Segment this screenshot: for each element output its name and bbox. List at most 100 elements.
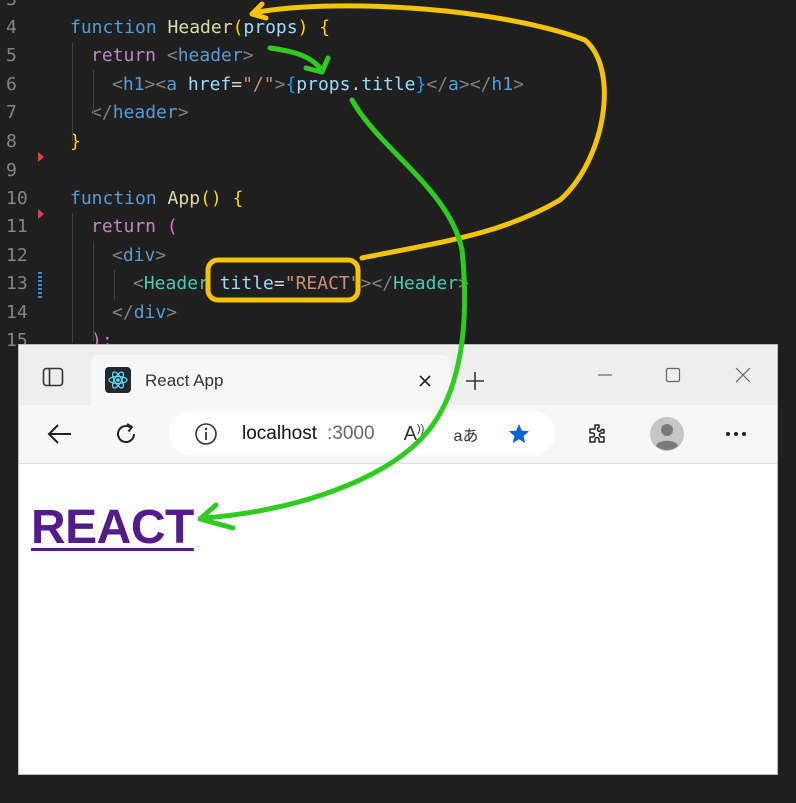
code-token: Header xyxy=(167,17,233,38)
more-menu-icon[interactable] xyxy=(721,419,751,449)
code-token: title xyxy=(208,273,274,294)
code-token: } xyxy=(415,74,427,95)
code-token: header xyxy=(112,102,178,123)
code-token: > xyxy=(458,273,469,294)
close-window-icon[interactable] xyxy=(729,361,757,389)
code-token: < xyxy=(112,245,123,266)
page-content: REACT xyxy=(19,464,777,774)
code-token: > xyxy=(242,45,254,66)
code-token: > xyxy=(177,102,189,123)
tab-title: React App xyxy=(145,371,224,390)
code-token: function xyxy=(70,17,168,38)
url-host: localhost xyxy=(242,423,317,444)
code-token: h1 xyxy=(491,74,514,95)
code-token: return xyxy=(91,45,167,66)
code-token: { xyxy=(285,74,297,95)
read-aloud-icon[interactable]: A)) xyxy=(399,421,429,447)
code-token: </ xyxy=(426,74,449,95)
refresh-icon[interactable] xyxy=(111,419,141,449)
code-text: </header> xyxy=(91,99,189,127)
minimize-icon[interactable] xyxy=(591,361,619,389)
code-token: h1 xyxy=(122,74,145,95)
code-text: return <header> xyxy=(91,42,254,70)
code-token: ) xyxy=(297,17,320,38)
code-text: <div> xyxy=(112,242,166,270)
code-token: Header xyxy=(393,273,459,294)
tab-react-app[interactable]: React App xyxy=(91,355,451,405)
code-token: href xyxy=(177,74,232,95)
code-token: ( xyxy=(166,216,178,237)
code-token: props xyxy=(296,74,351,95)
code-token: title xyxy=(361,74,416,95)
code-token: > xyxy=(166,302,178,323)
close-tab-icon[interactable] xyxy=(413,369,437,393)
code-token: a xyxy=(166,74,178,95)
favorite-star-icon[interactable] xyxy=(505,421,533,447)
indent-guide xyxy=(93,70,94,114)
profile-avatar-icon[interactable] xyxy=(649,416,685,452)
navigation-toolbar: localhost :3000 A)) aあ xyxy=(19,405,777,464)
code-token: </ xyxy=(112,302,134,323)
line-number: 4 xyxy=(6,17,17,38)
code-token: return xyxy=(91,216,167,237)
code-token: < xyxy=(112,74,123,95)
maximize-icon[interactable] xyxy=(659,361,687,389)
new-tab-icon[interactable] xyxy=(461,367,489,395)
code-text: return ( xyxy=(91,213,178,241)
line-number: 12 xyxy=(6,245,28,266)
code-token: < xyxy=(133,273,144,294)
breakpoint-marker[interactable] xyxy=(38,209,44,219)
translate-label: aあ xyxy=(453,428,479,445)
line-number: 8 xyxy=(6,131,17,152)
code-token: ( xyxy=(232,17,244,38)
code-token: ></ xyxy=(458,74,492,95)
modified-line-indicator xyxy=(38,272,42,298)
code-token: App xyxy=(167,188,201,209)
code-token: Header xyxy=(143,273,209,294)
code-token: function xyxy=(70,188,168,209)
code-token: >< xyxy=(144,74,167,95)
line-number: 11 xyxy=(6,216,28,237)
line-number: 13 xyxy=(6,273,28,294)
indent-guide xyxy=(72,213,73,343)
site-info-icon[interactable] xyxy=(193,421,219,447)
code-text: <Header title="REACT"></Header> xyxy=(133,270,469,298)
code-token: > xyxy=(513,74,524,95)
url-port: :3000 xyxy=(327,423,375,444)
browser-window: React App localhost :3000 A)) aあ REACT xyxy=(18,344,778,775)
sidebar-toggle-icon[interactable] xyxy=(39,365,67,389)
breakpoint-marker[interactable] xyxy=(38,152,44,162)
code-token: header xyxy=(177,45,243,66)
code-token: a xyxy=(448,74,459,95)
code-token: = xyxy=(231,74,243,95)
line-number: 10 xyxy=(6,188,28,209)
react-logo-icon xyxy=(105,367,131,393)
indent-guide xyxy=(72,42,73,142)
line-number: 6 xyxy=(6,74,17,95)
code-token: </ xyxy=(91,102,113,123)
back-icon[interactable] xyxy=(45,419,75,449)
code-token: . xyxy=(350,74,362,95)
code-token: props xyxy=(243,17,298,38)
line-number: 5 xyxy=(6,45,17,66)
code-token: ></ xyxy=(360,273,394,294)
react-heading-link[interactable]: REACT xyxy=(31,500,194,555)
code-token: { xyxy=(232,188,244,209)
extensions-icon[interactable] xyxy=(583,419,613,449)
code-token: "REACT" xyxy=(284,273,361,294)
line-number: 7 xyxy=(6,102,17,123)
code-token: > xyxy=(274,74,286,95)
code-token: () xyxy=(200,188,233,209)
tab-bar: React App xyxy=(19,345,777,405)
indent-guide xyxy=(114,270,115,300)
code-token: div xyxy=(122,245,156,266)
code-text: function Header(props) { xyxy=(70,14,330,42)
translate-icon[interactable]: aあ xyxy=(449,421,483,447)
code-token: > xyxy=(155,245,167,266)
code-token: = xyxy=(273,273,285,294)
code-text: </div> xyxy=(112,299,177,327)
line-number: 9 xyxy=(6,160,17,181)
address-bar[interactable]: localhost :3000 A)) aあ xyxy=(169,411,555,455)
code-token: { xyxy=(319,17,331,38)
line-number: 3 xyxy=(6,0,32,14)
